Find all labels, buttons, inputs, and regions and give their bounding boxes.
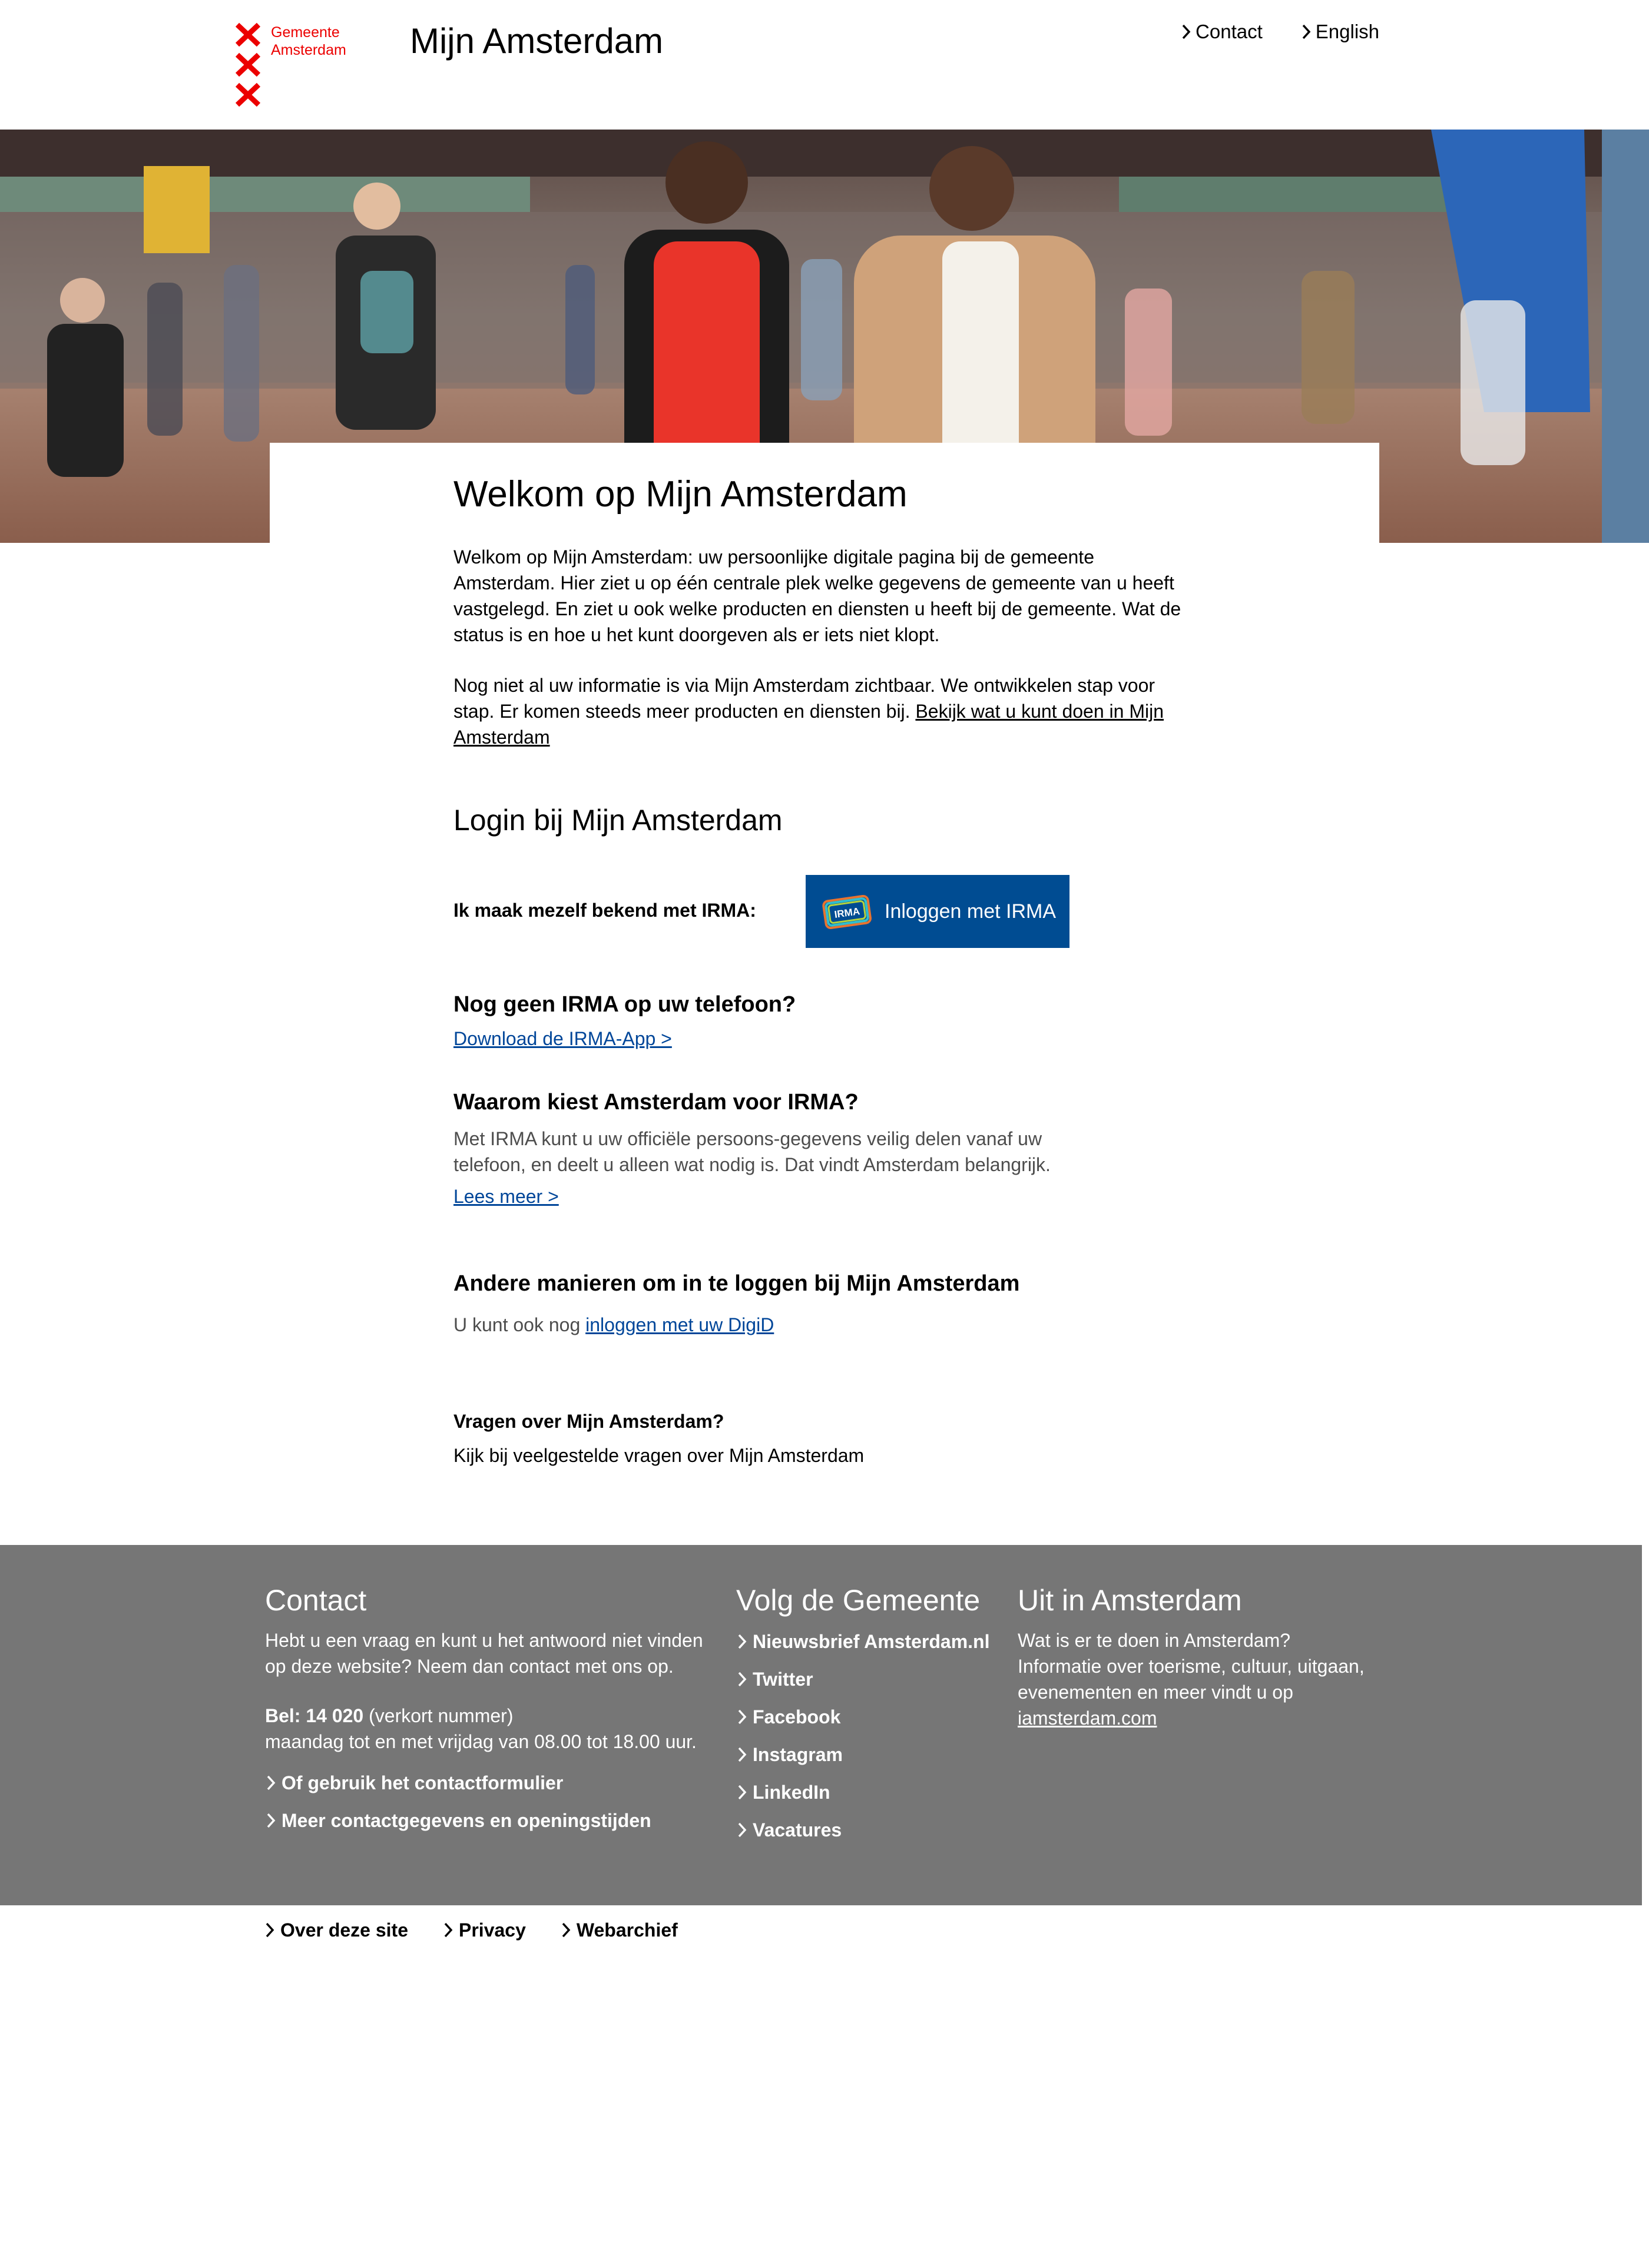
linkedin-link[interactable]: LinkedIn xyxy=(736,1779,1007,1805)
chevron-right-icon xyxy=(1302,24,1311,39)
footer-link-label: Nieuwsbrief Amsterdam.nl xyxy=(753,1631,990,1652)
questions-heading: Vragen over Mijn Amsterdam? xyxy=(453,1411,724,1432)
footer-link-label: Facebook xyxy=(753,1706,841,1727)
amsterdam-crosses-icon xyxy=(235,22,261,107)
footer-uit-description: Wat is er te doen in Amsterdam? Informat… xyxy=(1018,1630,1365,1703)
alt-login-section: Andere manieren om in te loggen bij Mijn… xyxy=(453,1268,1196,1338)
questions-text: Kijk bij veelgestelde vragen over Mijn A… xyxy=(453,1445,865,1466)
footer-link-label: Meer contactgegevens en openingstijden xyxy=(282,1810,651,1831)
read-more-link[interactable]: Lees meer > xyxy=(453,1183,559,1209)
no-irma-section: Nog geen IRMA op uw telefoon? Download d… xyxy=(453,989,1196,1052)
gemeente-amsterdam-logo[interactable]: Gemeente Amsterdam xyxy=(234,22,358,107)
site-header: Gemeente Amsterdam Mijn Amsterdam Contac… xyxy=(0,0,1649,130)
contact-details-link[interactable]: Meer contactgegevens en openingstijden xyxy=(265,1808,724,1833)
questions-section: Vragen over Mijn Amsterdam? Kijk bij vee… xyxy=(453,1408,1196,1468)
bottom-link-label: Privacy xyxy=(459,1919,526,1941)
footer-uit-text: Wat is er te doen in Amsterdam? Informat… xyxy=(1018,1627,1371,1731)
alt-login-text: U kunt ook nog inloggen met uw DigiD xyxy=(453,1312,1196,1338)
intro-text: Welkom op Mijn Amsterdam: uw persoonlijk… xyxy=(453,544,1190,750)
login-heading: Login bij Mijn Amsterdam xyxy=(453,804,783,837)
privacy-link[interactable]: Privacy xyxy=(442,1917,526,1943)
irma-button-label: Inloggen met IRMA xyxy=(885,900,1057,923)
footer-contact-column: Contact Hebt u een vraag en kunt u het a… xyxy=(265,1581,724,1833)
chevron-right-icon xyxy=(738,1785,747,1800)
nav-link-contact[interactable]: Contact xyxy=(1180,18,1263,46)
main-content: Welkom op Mijn Amsterdam Welkom op Mijn … xyxy=(453,471,1196,1468)
opening-hours: maandag tot en met vrijdag van 08.00 tot… xyxy=(265,1731,697,1752)
footer-link-label: Of gebruik het contactformulier xyxy=(282,1772,564,1793)
chevron-right-icon xyxy=(738,1634,747,1649)
chevron-right-icon xyxy=(267,1775,276,1790)
download-irma-link[interactable]: Download de IRMA-App > xyxy=(453,1026,672,1052)
chevron-right-icon xyxy=(738,1747,747,1762)
contact-form-link[interactable]: Of gebruik het contactformulier xyxy=(265,1770,724,1796)
intro-paragraph-1: Welkom op Mijn Amsterdam: uw persoonlijk… xyxy=(453,546,1181,645)
logo-text: Gemeente Amsterdam xyxy=(271,24,346,59)
footer-follow-column: Volg de Gemeente Nieuwsbrief Amsterdam.n… xyxy=(736,1581,1007,1843)
chevron-right-icon xyxy=(738,1709,747,1725)
page-title: Welkom op Mijn Amsterdam xyxy=(453,474,908,515)
chevron-right-icon xyxy=(266,1922,274,1938)
footer-follow-heading: Volg de Gemeente xyxy=(736,1584,981,1617)
intro-paragraph-2: Nog niet al uw informatie is via Mijn Am… xyxy=(453,672,1190,750)
alt-login-heading: Andere manieren om in te loggen bij Mijn… xyxy=(453,1271,1020,1296)
no-irma-heading: Nog geen IRMA op uw telefoon? xyxy=(453,992,796,1017)
why-irma-heading: Waarom kiest Amsterdam voor IRMA? xyxy=(453,1090,859,1115)
irma-logo-icon: IRMA xyxy=(822,894,872,930)
alt-login-prefix: U kunt ook nog xyxy=(453,1314,581,1335)
newsletter-link[interactable]: Nieuwsbrief Amsterdam.nl xyxy=(736,1629,1007,1654)
bottom-links: Over deze site Privacy Webarchief xyxy=(264,1917,678,1943)
facebook-link[interactable]: Facebook xyxy=(736,1704,1007,1730)
footer-phone: Bel: 14 020 (verkort nummer) maandag tot… xyxy=(265,1703,724,1755)
chevron-right-icon xyxy=(444,1922,453,1938)
iamsterdam-link[interactable]: iamsterdam.com xyxy=(1018,1707,1157,1729)
instagram-link[interactable]: Instagram xyxy=(736,1742,1007,1768)
footer-follow-links: Nieuwsbrief Amsterdam.nl Twitter Faceboo… xyxy=(736,1629,1007,1843)
footer-link-label: Twitter xyxy=(753,1669,813,1690)
vacatures-link[interactable]: Vacatures xyxy=(736,1817,1007,1843)
irma-login-row: Ik maak mezelf bekend met IRMA: IRMA Inl… xyxy=(453,875,1196,948)
footer-contact-links: Of gebruik het contactformulier Meer con… xyxy=(265,1770,724,1833)
footer-uit-heading: Uit in Amsterdam xyxy=(1018,1584,1242,1617)
irma-login-button[interactable]: IRMA Inloggen met IRMA xyxy=(806,875,1069,948)
why-irma-text: Met IRMA kunt u uw officiële persoons-ge… xyxy=(453,1128,1051,1175)
about-site-link[interactable]: Over deze site xyxy=(264,1917,408,1943)
webarchive-link[interactable]: Webarchief xyxy=(560,1917,678,1943)
nav-link-english[interactable]: English xyxy=(1300,18,1379,46)
footer-contact-heading: Contact xyxy=(265,1584,367,1617)
chevron-right-icon xyxy=(738,1672,747,1687)
top-nav: Contact English xyxy=(1180,18,1379,46)
phone-note: (verkort nummer) xyxy=(369,1705,514,1726)
twitter-link[interactable]: Twitter xyxy=(736,1666,1007,1692)
why-irma-section: Waarom kiest Amsterdam voor IRMA? Met IR… xyxy=(453,1087,1196,1209)
footer-contact-text: Hebt u een vraag en kunt u het antwoord … xyxy=(265,1630,703,1677)
bottom-link-label: Webarchief xyxy=(576,1919,678,1941)
bottom-link-label: Over deze site xyxy=(280,1919,408,1941)
footer-link-label: Instagram xyxy=(753,1744,843,1765)
digid-login-link[interactable]: inloggen met uw DigiD xyxy=(585,1314,774,1335)
logo-line-2: Amsterdam xyxy=(271,42,346,58)
site-title: Mijn Amsterdam xyxy=(410,21,664,61)
site-footer: Contact Hebt u een vraag en kunt u het a… xyxy=(0,1545,1642,1905)
chevron-right-icon xyxy=(738,1822,747,1838)
footer-link-label: Vacatures xyxy=(753,1819,842,1841)
irma-label: Ik maak mezelf bekend met IRMA: xyxy=(453,900,756,921)
logo-line-1: Gemeente xyxy=(271,24,340,41)
chevron-right-icon xyxy=(267,1813,276,1828)
phone-number: Bel: 14 020 xyxy=(265,1705,364,1726)
chevron-right-icon xyxy=(1182,24,1191,39)
footer-link-label: LinkedIn xyxy=(753,1782,830,1803)
nav-link-label: English xyxy=(1315,21,1379,42)
chevron-right-icon xyxy=(562,1922,571,1938)
nav-link-label: Contact xyxy=(1196,21,1263,42)
footer-uit-column: Uit in Amsterdam Wat is er te doen in Am… xyxy=(1018,1581,1371,1731)
